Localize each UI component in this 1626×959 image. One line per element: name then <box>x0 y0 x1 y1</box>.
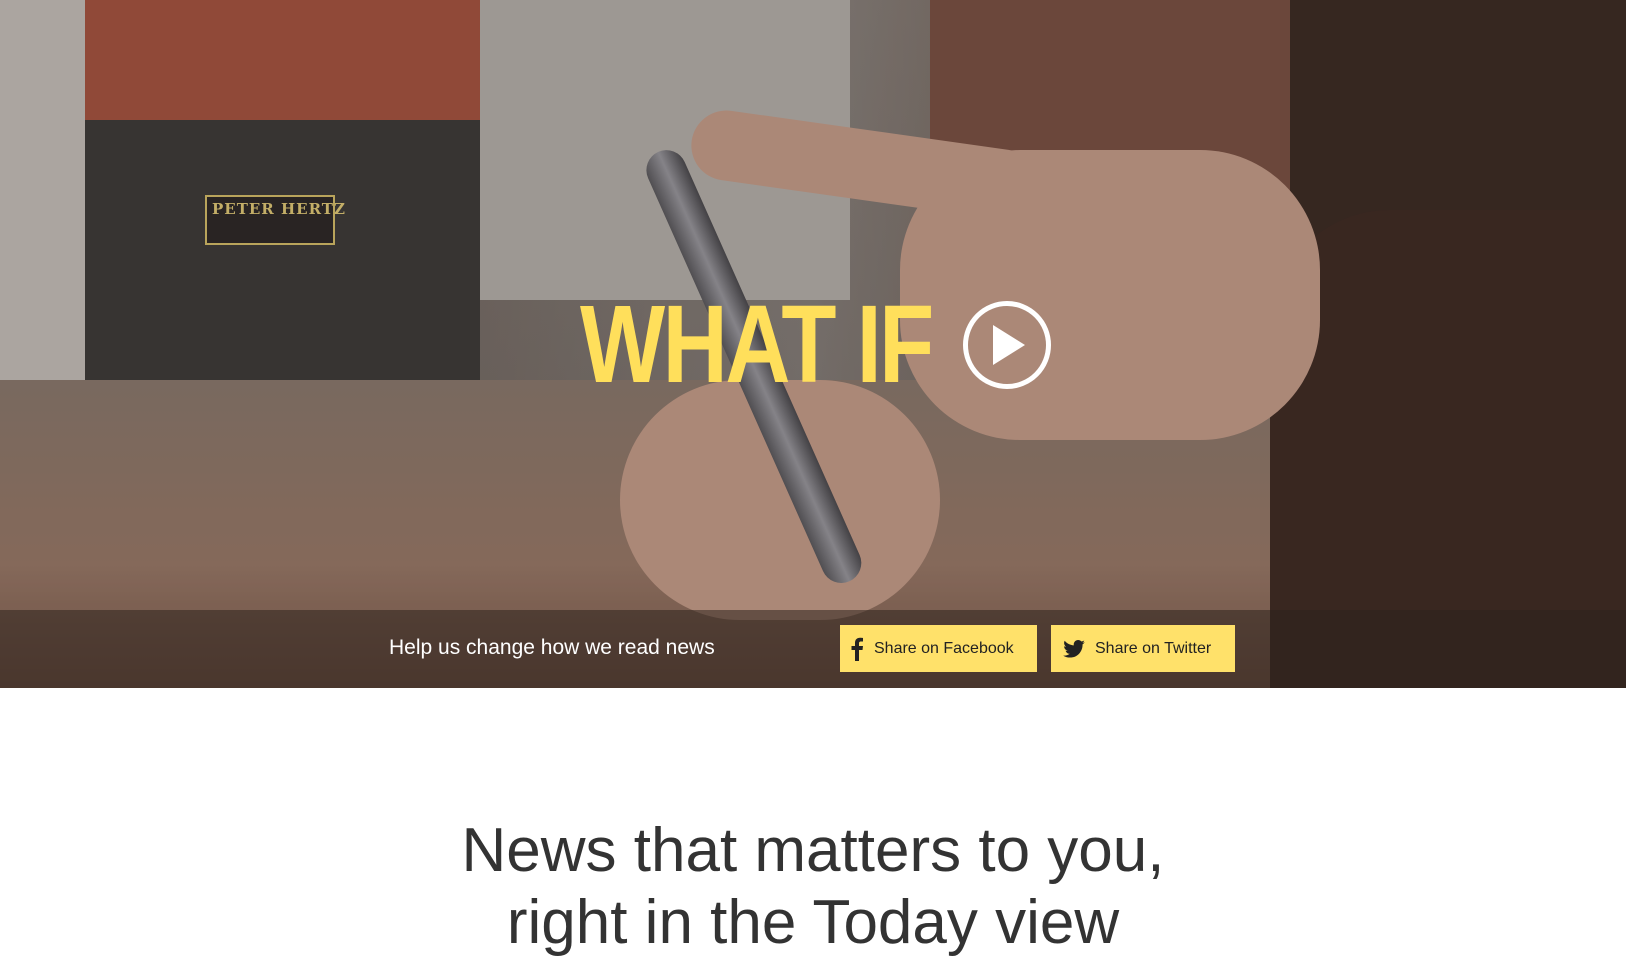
page-headline: News that matters to you, right in the T… <box>0 815 1626 959</box>
share-facebook-button[interactable]: Share on Facebook <box>840 625 1037 672</box>
headline-line-2: right in the Today view <box>506 888 1120 957</box>
facebook-icon <box>851 637 863 661</box>
hero-title: WHAT IF <box>580 283 934 406</box>
play-button[interactable] <box>963 301 1052 389</box>
hero-section: PETER HERTZ WHAT IF Help us change how w… <box>0 0 1626 688</box>
share-facebook-label: Share on Facebook <box>874 639 1014 657</box>
play-icon <box>993 325 1026 365</box>
twitter-icon <box>1063 639 1085 658</box>
share-twitter-button[interactable]: Share on Twitter <box>1051 625 1235 672</box>
hero-title-group: WHAT IF <box>580 283 1052 406</box>
share-twitter-label: Share on Twitter <box>1095 639 1212 657</box>
share-bar <box>0 610 1626 688</box>
tagline: Help us change how we read news <box>389 636 715 659</box>
headline-line-1: News that matters to you, <box>461 816 1165 885</box>
